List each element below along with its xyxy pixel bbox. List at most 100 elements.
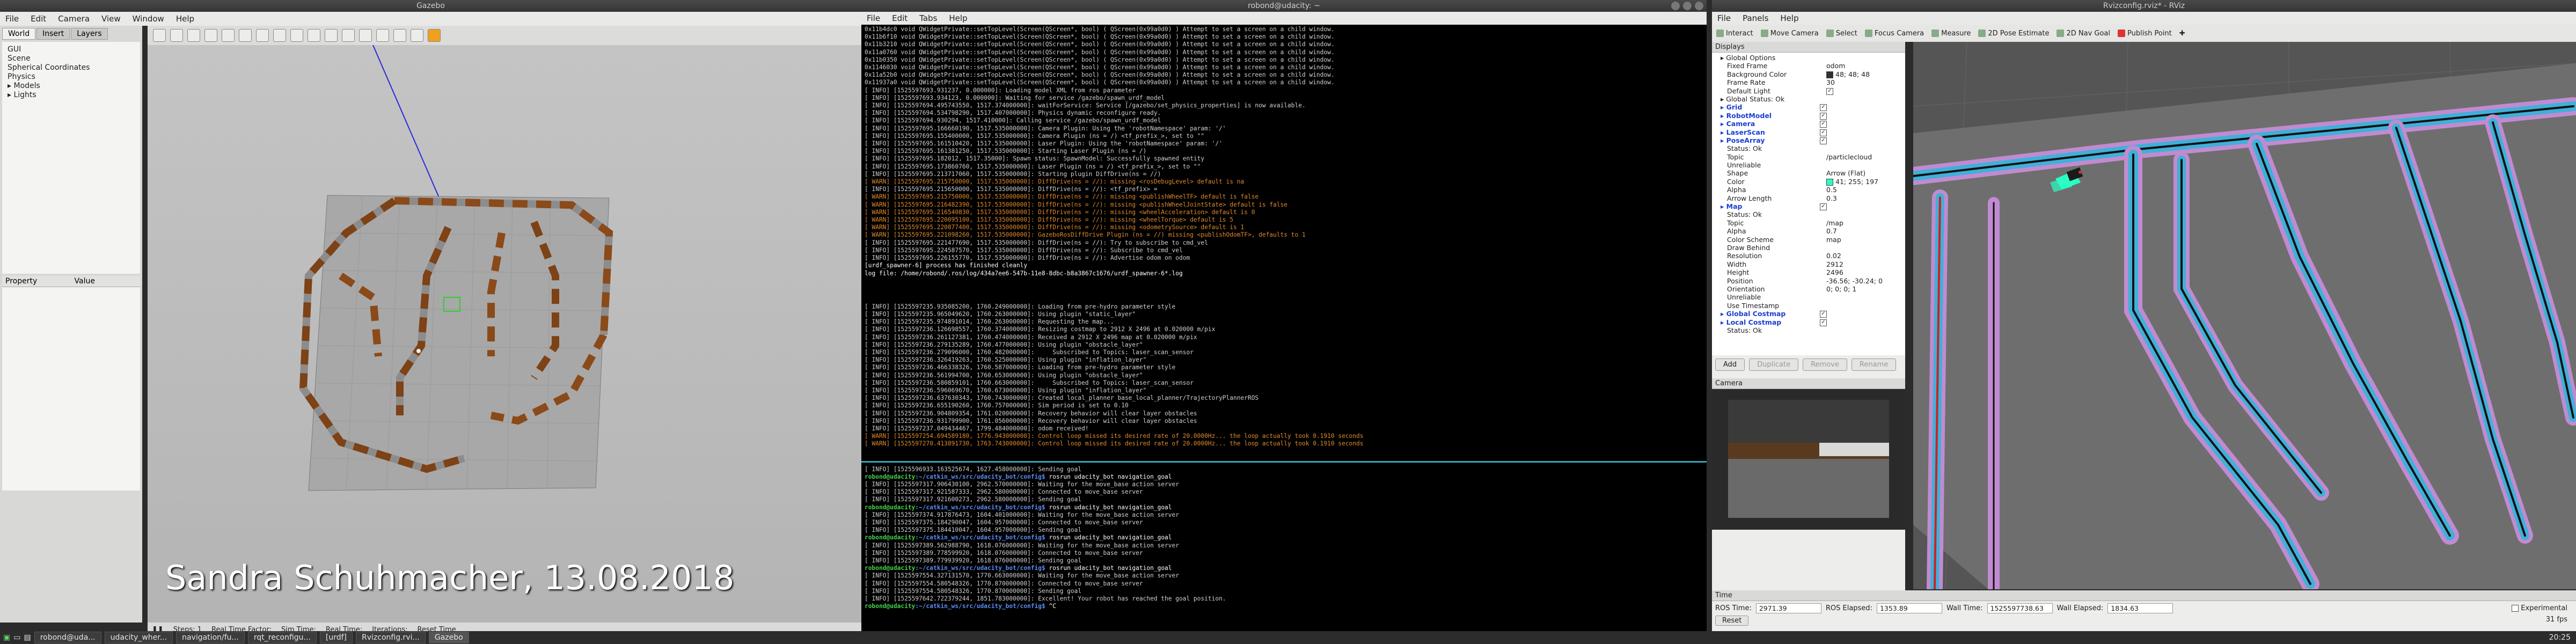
display-row[interactable]: Width 2912 bbox=[1714, 260, 1903, 268]
gazebo-menu-camera[interactable]: Camera bbox=[58, 12, 90, 26]
add-tool-button[interactable]: ✚ bbox=[2179, 30, 2185, 38]
display-row[interactable]: Alpha 0.5 bbox=[1714, 186, 1903, 194]
display-value[interactable]: odom bbox=[1826, 62, 1903, 70]
display-value[interactable]: 0.5 bbox=[1826, 186, 1903, 194]
display-value[interactable]: ✓ bbox=[1820, 310, 1903, 318]
display-value[interactable]: 41; 255; 197 bbox=[1826, 178, 1903, 186]
display-value[interactable]: ✓ bbox=[1820, 103, 1903, 112]
display-row[interactable]: ▸ LaserScan ✓ bbox=[1714, 128, 1903, 136]
display-row[interactable]: Default Light ✓ bbox=[1714, 87, 1903, 95]
duplicate-display-button[interactable]: Duplicate bbox=[1749, 358, 1799, 371]
terminal-menu-file[interactable]: File bbox=[867, 12, 880, 25]
expand-arrow-icon[interactable]: ▸ bbox=[8, 91, 13, 99]
display-value[interactable] bbox=[1820, 95, 1903, 103]
tree-item-spherical[interactable]: Spherical Coordinates bbox=[8, 63, 135, 72]
display-value[interactable]: 0.3 bbox=[1826, 194, 1903, 202]
display-value[interactable]: 2496 bbox=[1826, 268, 1903, 276]
start-menu-icon[interactable]: ▣ bbox=[3, 633, 10, 642]
tool-focus-camera[interactable]: Focus Camera bbox=[1864, 30, 1924, 38]
sphere-shape-icon[interactable] bbox=[273, 29, 286, 42]
gazebo-menu-file[interactable]: File bbox=[5, 12, 19, 26]
cylinder-shape-icon[interactable] bbox=[290, 29, 303, 42]
display-enable-checkbox[interactable]: ✓ bbox=[1820, 104, 1827, 112]
taskbar-item-gazebo[interactable]: Gazebo bbox=[428, 632, 469, 643]
display-value[interactable]: ✓ bbox=[1820, 128, 1903, 136]
display-value[interactable] bbox=[1826, 293, 1903, 301]
displays-tree[interactable]: ▸ Global Options Fixed Frame odom Backgroun… bbox=[1712, 53, 1905, 355]
terminal-launcher-icon[interactable]: ▭ bbox=[13, 633, 20, 642]
display-row[interactable]: Color Scheme map bbox=[1714, 236, 1903, 244]
display-enable-checkbox[interactable]: ✓ bbox=[1820, 121, 1827, 128]
display-row[interactable]: Background Color 48; 48; 48 bbox=[1714, 70, 1903, 78]
display-row[interactable]: Position -36.56; -30.24; 0 bbox=[1714, 277, 1903, 285]
rviz-menu-help[interactable]: Help bbox=[1780, 12, 1798, 25]
display-enable-checkbox[interactable]: ✓ bbox=[1820, 311, 1827, 318]
rename-display-button[interactable]: Rename bbox=[1851, 358, 1897, 371]
gazebo-menu-edit[interactable]: Edit bbox=[31, 12, 46, 26]
display-value[interactable]: ✓ bbox=[1820, 318, 1903, 326]
scale-mode-icon[interactable] bbox=[204, 29, 217, 42]
gazebo-menu-window[interactable]: Window bbox=[133, 12, 164, 26]
display-enable-checkbox[interactable]: ✓ bbox=[1820, 203, 1827, 211]
tool-2d-nav-goal[interactable]: 2D Nav Goal bbox=[2057, 30, 2110, 38]
display-value[interactable] bbox=[1826, 210, 1903, 218]
box-shape-icon[interactable] bbox=[256, 29, 269, 42]
display-row[interactable]: Status: Ok bbox=[1714, 326, 1903, 334]
close-icon[interactable] bbox=[1695, 2, 1703, 10]
display-value[interactable]: -36.56; -30.24; 0 bbox=[1826, 277, 1903, 285]
directional-light-icon[interactable] bbox=[342, 29, 355, 42]
tree-item-lights[interactable]: ▸ Lights bbox=[8, 91, 135, 100]
taskbar-item-urdf[interactable]: [urdf] bbox=[319, 632, 353, 643]
tree-item-gui[interactable]: GUI bbox=[8, 45, 135, 54]
display-value[interactable] bbox=[1826, 326, 1903, 334]
display-value[interactable]: /particlecloud bbox=[1826, 153, 1903, 161]
display-value[interactable]: 0.7 bbox=[1826, 227, 1903, 235]
display-row[interactable]: Color 41; 255; 197 bbox=[1714, 178, 1903, 186]
remove-display-button[interactable]: Remove bbox=[1803, 358, 1847, 371]
snap-icon[interactable] bbox=[411, 29, 423, 42]
display-value[interactable]: ✓ bbox=[1820, 202, 1903, 211]
maximize-icon[interactable] bbox=[1683, 2, 1692, 10]
display-row[interactable]: ▸ Local Costmap ✓ bbox=[1714, 318, 1903, 326]
display-value[interactable]: map bbox=[1826, 236, 1903, 244]
display-value[interactable] bbox=[1826, 302, 1903, 310]
display-value[interactable] bbox=[1826, 144, 1903, 152]
taskbar-item-terminal[interactable]: robond@uda... bbox=[34, 632, 101, 643]
display-row[interactable]: Status: Ok bbox=[1714, 210, 1903, 218]
display-value[interactable]: Arrow (Flat) bbox=[1826, 169, 1903, 177]
display-row[interactable]: ▸ Map ✓ bbox=[1714, 202, 1903, 211]
tab-insert[interactable]: Insert bbox=[36, 28, 70, 40]
display-row[interactable]: ▸ Camera ✓ bbox=[1714, 120, 1903, 128]
display-enable-checkbox[interactable]: ✓ bbox=[1820, 129, 1827, 136]
spot-light-icon[interactable] bbox=[325, 29, 338, 42]
display-row[interactable]: Draw Behind bbox=[1714, 244, 1903, 252]
display-value[interactable]: 0.02 bbox=[1826, 252, 1903, 260]
display-row[interactable]: ▸ PoseArray ✓ bbox=[1714, 136, 1903, 144]
experimental-check-icon[interactable] bbox=[2512, 605, 2519, 612]
display-value[interactable]: 0; 0; 0; 1 bbox=[1826, 285, 1903, 293]
display-enable-checkbox[interactable]: ✓ bbox=[1826, 87, 1833, 95]
tool-measure[interactable]: Measure bbox=[1931, 30, 1971, 38]
select-mode-icon[interactable] bbox=[153, 29, 166, 42]
display-value[interactable]: ✓ bbox=[1826, 87, 1903, 95]
display-row[interactable]: ▸ RobotModel ✓ bbox=[1714, 112, 1903, 120]
display-row[interactable]: Alpha 0.7 bbox=[1714, 227, 1903, 235]
display-row[interactable]: ▸ Global Options bbox=[1714, 54, 1903, 62]
tool-select[interactable]: Select bbox=[1826, 30, 1857, 38]
files-launcher-icon[interactable]: ▤ bbox=[24, 633, 31, 642]
tool-interact[interactable]: Interact bbox=[1716, 30, 1753, 38]
gazebo-3d-scene[interactable]: Sandra Schuhmacher, 13.08.2018 bbox=[148, 45, 861, 623]
redo-icon[interactable] bbox=[239, 29, 252, 42]
display-value[interactable]: 30 bbox=[1826, 78, 1903, 86]
display-row[interactable]: Height 2496 bbox=[1714, 268, 1903, 276]
display-value[interactable] bbox=[1826, 161, 1903, 169]
display-value[interactable] bbox=[1820, 54, 1903, 62]
display-row[interactable]: ▸ Global Costmap ✓ bbox=[1714, 310, 1903, 318]
display-enable-checkbox[interactable]: ✓ bbox=[1820, 319, 1827, 326]
gazebo-menu-view[interactable]: View bbox=[101, 12, 121, 26]
terminal-split-divider[interactable] bbox=[861, 460, 1707, 463]
display-row[interactable]: ▸ Global Status: Ok bbox=[1714, 95, 1903, 103]
tab-world[interactable]: World bbox=[2, 28, 36, 40]
tool-publish-point[interactable]: Publish Point bbox=[2118, 30, 2172, 38]
point-light-icon[interactable] bbox=[308, 29, 320, 42]
